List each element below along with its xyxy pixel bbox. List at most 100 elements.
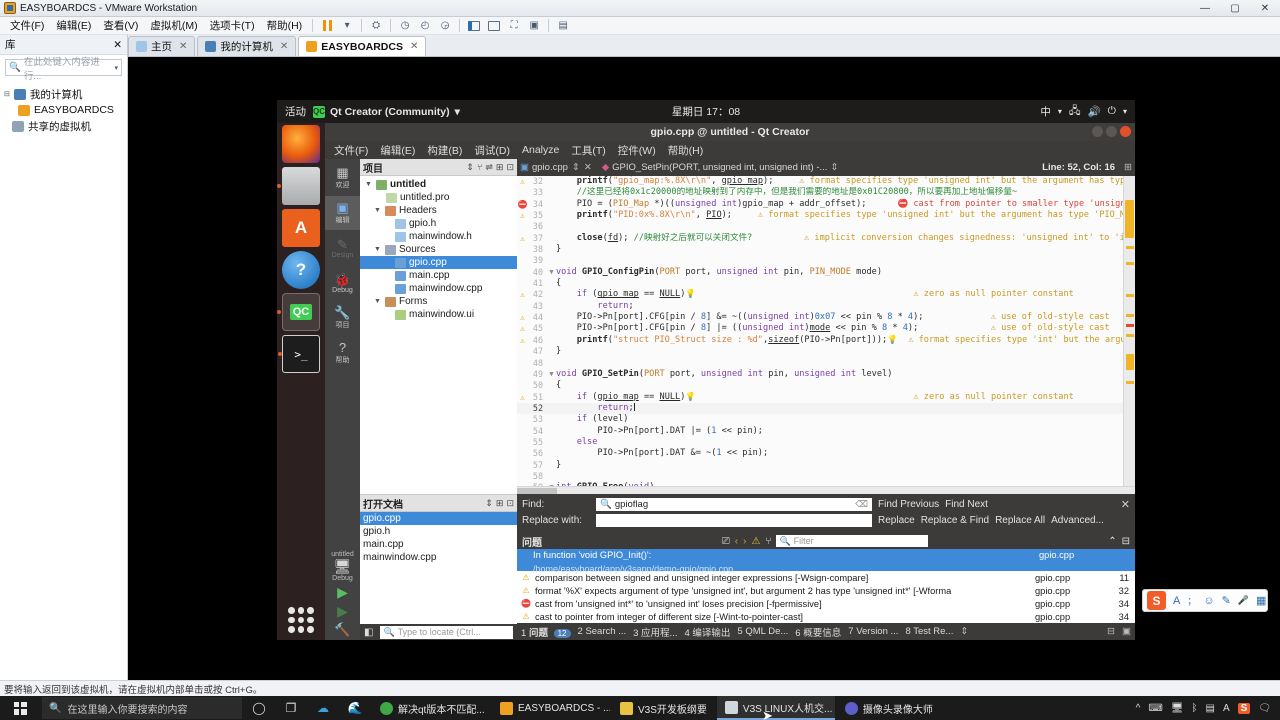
dock-files-icon[interactable]: [277, 167, 320, 205]
chevron-down-icon[interactable]: ▾: [114, 64, 118, 72]
vmware-minimize-button[interactable]: —: [1190, 0, 1220, 17]
output-pane-split-icon[interactable]: ⊟: [1107, 626, 1115, 637]
warning-marker-icon[interactable]: ⚠: [517, 289, 528, 300]
toggle-sidebar-icon[interactable]: ◧: [364, 627, 373, 638]
library-item-easyboardcs[interactable]: EASYBOARDCS: [4, 102, 123, 118]
warning-marker-icon[interactable]: ⚠: [517, 335, 528, 346]
ime-toolbox-icon[interactable]: ▦: [1256, 594, 1266, 607]
tree-item-untitled[interactable]: ▼ untitled: [360, 178, 517, 191]
dock-terminal-icon[interactable]: >_: [278, 335, 320, 373]
tree-item-untitled-pro[interactable]: untitled.pro: [360, 191, 517, 204]
chevron-down-icon[interactable]: ▾: [1058, 107, 1062, 116]
library-item-shared-vms[interactable]: 共享的虚拟机: [4, 118, 123, 134]
vmware-tab-home[interactable]: 主页 ✕: [128, 36, 196, 56]
dock-help-icon[interactable]: ?: [282, 251, 320, 289]
cloud-icon[interactable]: ☁: [308, 696, 338, 720]
sogou-icon[interactable]: S: [1237, 702, 1251, 714]
start-debugging-button[interactable]: ▶: [325, 603, 360, 620]
tree-item-gpio-h[interactable]: gpio.h: [360, 217, 517, 230]
editor-vertical-scrollbar[interactable]: [1123, 176, 1135, 486]
close-panel-icon[interactable]: ⊡: [506, 162, 514, 173]
edge-blue-icon[interactable]: 🌊: [340, 696, 370, 720]
close-find-bar-icon[interactable]: ✕: [1121, 498, 1130, 511]
taskbar-item-qt-version[interactable]: 解决qt版本不匹配...: [372, 696, 490, 720]
code-line[interactable]: ⚠ 46 printf("struct PIO_Struct size : %d…: [517, 335, 1123, 346]
build-button[interactable]: 🔨: [325, 622, 360, 638]
suspend-icon[interactable]: [318, 18, 336, 33]
task-view-icon[interactable]: ❐: [276, 696, 306, 720]
fold-marker[interactable]: ▼: [547, 267, 556, 278]
fullscreen-icon[interactable]: ⛶: [505, 18, 523, 33]
dock-firefox-icon[interactable]: [282, 125, 320, 163]
show-applications-icon[interactable]: [288, 607, 314, 633]
code-line[interactable]: ⚠ 51 if (gpio_map == NULL)💡 ⚠ zero as nu…: [517, 392, 1123, 403]
activities-button[interactable]: 活动: [285, 104, 306, 119]
code-line-current[interactable]: 52 return;: [517, 402, 1123, 415]
code-line[interactable]: 40 ▼ void GPIO_ConfigPin(PORT port, unsi…: [517, 267, 1123, 278]
run-button[interactable]: ▶: [325, 584, 360, 601]
issue-row[interactable]: ⛔ cast from 'unsigned int*' to 'unsigned…: [517, 597, 1135, 610]
code-line[interactable]: 43 return;: [517, 301, 1123, 312]
replace-button[interactable]: Replace: [878, 515, 915, 526]
taskbar-item-easyboardcs[interactable]: EASYBOARDCS - ...: [492, 696, 610, 720]
take-snapshot-icon[interactable]: ◷: [396, 18, 414, 33]
snapshot-icon[interactable]: ⛭: [367, 18, 385, 33]
show-library-icon[interactable]: [465, 18, 483, 33]
advanced-button[interactable]: Advanced...: [1051, 515, 1104, 526]
tray-expand-icon[interactable]: ^: [1136, 703, 1141, 714]
chevron-down-icon[interactable]: ▼: [373, 298, 382, 305]
ubuntu-app-menu[interactable]: QC Qt Creator (Community) ▾: [313, 105, 460, 118]
sogou-ime-toolbar[interactable]: S A ； ☺ ✎ 🎤 ▦: [1142, 589, 1268, 612]
code-line[interactable]: ⚠ 32 printf("gpio_map:%.8X\r\n", gpio_ma…: [517, 176, 1123, 187]
dock-software-icon[interactable]: A: [282, 209, 320, 247]
replace-and-find-button[interactable]: Replace & Find: [921, 515, 989, 526]
monitor-icon[interactable]: 🖥: [1171, 703, 1184, 714]
qt-menu-analyze[interactable]: Analyze: [517, 143, 564, 157]
chevron-down-icon[interactable]: ▾: [338, 18, 356, 33]
tree-item-mainwindow-h[interactable]: mainwindow.h: [360, 230, 517, 243]
editor-tab-gpio-cpp[interactable]: ▣ gpio.cpp: [520, 162, 568, 173]
clear-icon[interactable]: ⌫: [855, 499, 868, 510]
ime-mode-button[interactable]: A: [1173, 595, 1180, 607]
find-input[interactable]: 🔍 gpioflag ⌫: [596, 497, 872, 511]
close-icon[interactable]: ✕: [179, 41, 187, 52]
mode-help[interactable]: ? 帮助: [325, 336, 360, 370]
qt-menu-edit[interactable]: 编辑(E): [375, 142, 420, 159]
tree-item-gpio-cpp[interactable]: gpio.cpp: [360, 256, 517, 269]
issue-row[interactable]: ⚠ comparison between signed and unsigned…: [517, 571, 1135, 584]
replace-input[interactable]: [596, 513, 872, 527]
dock-qtcreator-icon[interactable]: QC: [277, 293, 320, 331]
line-col-indicator[interactable]: Line: 52, Col: 16: [1042, 162, 1115, 173]
warning-marker-icon[interactable]: ⚠: [517, 210, 528, 221]
filter-icon[interactable]: ⑂: [477, 162, 482, 173]
code-line[interactable]: ⚠ 44 PIO->Pn[port].CFG[pin / 8] &= ~((un…: [517, 312, 1123, 323]
qt-close-button[interactable]: [1120, 126, 1131, 137]
close-panel-icon[interactable]: ⊡: [506, 498, 514, 509]
next-issue-icon[interactable]: ›: [743, 536, 746, 547]
output-tab-search[interactable]: 2 Search ...: [578, 626, 627, 637]
split-icon[interactable]: ⊞: [496, 498, 504, 509]
open-doc-gpio-h[interactable]: gpio.h: [360, 525, 517, 538]
power-icon[interactable]: ⏻: [1108, 105, 1116, 118]
tree-item-sources[interactable]: ▼ Sources: [360, 243, 517, 256]
code-line[interactable]: 47 }: [517, 346, 1123, 357]
qt-menu-debug[interactable]: 调试(D): [469, 142, 515, 159]
output-pane-maximize-icon[interactable]: ▣: [1122, 626, 1131, 637]
sync-icon[interactable]: ⇌: [485, 162, 493, 173]
chevron-down-icon[interactable]: ▼: [373, 246, 382, 253]
vmware-tab-my-computer[interactable]: 我的计算机 ✕: [197, 36, 297, 56]
output-tab-compile-output[interactable]: 4 编译输出: [684, 625, 730, 639]
editor-horizontal-scrollbar[interactable]: [517, 486, 1135, 494]
code-line[interactable]: 39: [517, 255, 1123, 266]
kit-selector[interactable]: untitled 🖥 Debug ▶ ▶ 🔨: [325, 551, 360, 640]
vmware-menu-vm[interactable]: 虚拟机(M): [144, 16, 203, 35]
cortana-icon[interactable]: ◯: [244, 696, 274, 720]
sort-icon[interactable]: ⇕: [485, 498, 493, 509]
taskbar-item-v3s-linux[interactable]: V3S LINUX人机交...: [716, 696, 835, 720]
warning-marker-icon[interactable]: ⚠: [517, 312, 528, 323]
close-icon[interactable]: ✕: [113, 39, 122, 51]
code-line[interactable]: 53 if (level): [517, 414, 1123, 425]
collapse-pane-icon[interactable]: ⌃: [1108, 536, 1116, 547]
tree-item-mainwindow-ui[interactable]: mainwindow.ui: [360, 308, 517, 321]
output-tab-test-results[interactable]: 8 Test Re...: [905, 626, 953, 637]
